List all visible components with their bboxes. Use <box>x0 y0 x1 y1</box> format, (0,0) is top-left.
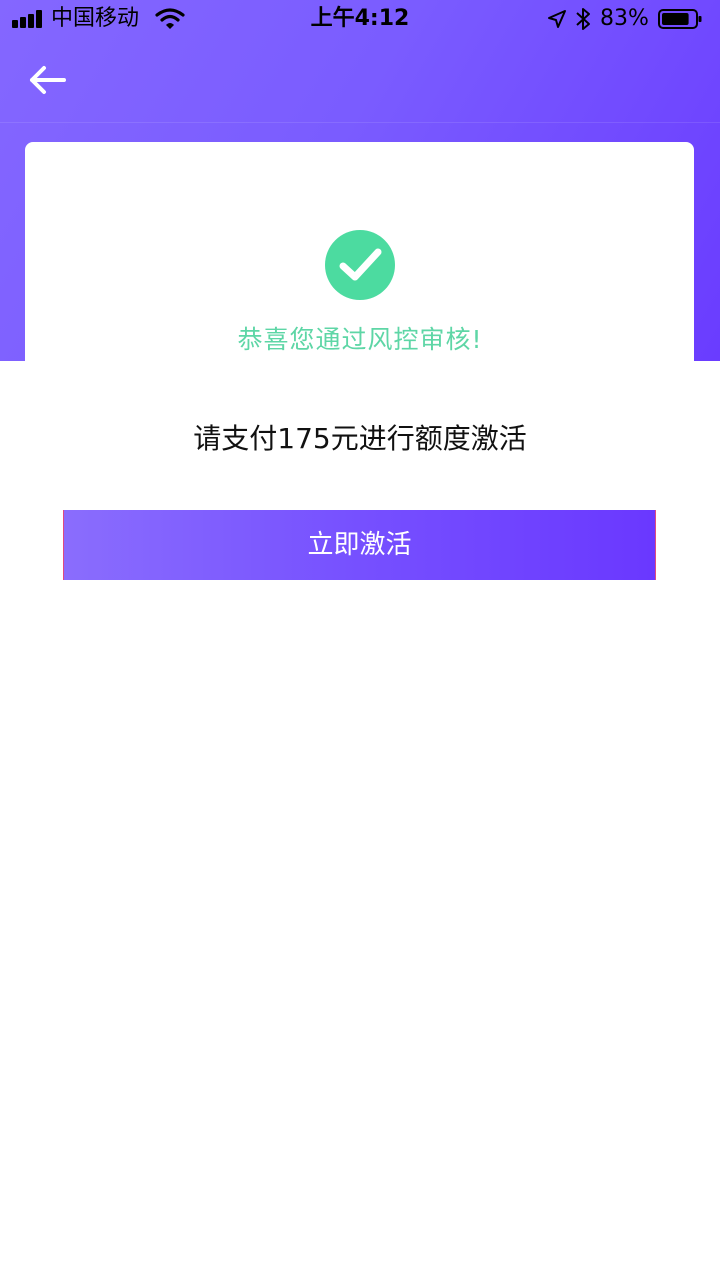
payment-prompt: 请支付175元进行额度激活 <box>193 422 527 455</box>
signal-icon <box>12 10 44 28</box>
battery-icon <box>658 9 702 29</box>
carrier-name: 中国移动 <box>51 6 140 31</box>
status-bar: 中国移动 上午4:12 83% <box>0 0 720 40</box>
arrow-left-icon <box>30 66 66 94</box>
success-message: 恭喜您通过风控审核! <box>237 325 483 354</box>
screen: 中国移动 上午4:12 83% 恭喜您通过风控审核! 请支付175元进行额度激活 <box>0 0 720 1280</box>
check-circle-icon <box>325 230 395 300</box>
header-divider <box>0 122 720 123</box>
bluetooth-icon <box>576 8 590 30</box>
activate-button[interactable]: 立即激活 <box>63 510 656 580</box>
status-time: 上午4:12 <box>310 6 410 31</box>
back-button[interactable] <box>22 56 74 104</box>
wifi-icon <box>155 8 185 29</box>
battery-percent: 83% <box>600 6 649 31</box>
location-icon <box>548 10 566 28</box>
